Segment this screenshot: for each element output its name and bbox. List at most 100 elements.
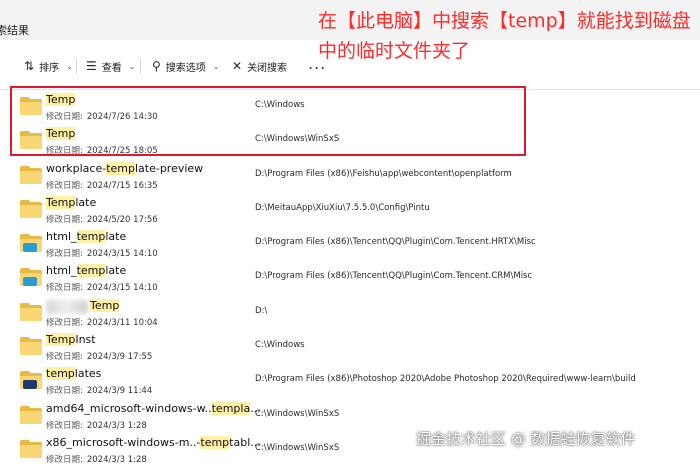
modified-date: 修改日期: 2024/3/15 14:10 [46,281,158,293]
name-part: late-preview [134,162,204,175]
folder-path: C:\Windows\WinSxS [255,409,340,419]
folder-path: D:\Program Files (x86)\Feishu\app\webcon… [255,169,512,179]
modified-date: 修改日期: 2024/3/9 17:55 [46,350,152,362]
chevron-down-icon: ⌄ [128,61,136,71]
name-match-highlight: temp [46,367,75,380]
close-search-label: 关闭搜索 [247,62,288,74]
date-value: 2024/3/9 11:44 [86,386,153,396]
file-name: templates [46,367,101,380]
date-label: 修改日期: [46,249,83,259]
chevron-down-icon: ⌄ [66,61,73,71]
date-label: 修改日期: [46,215,83,225]
name-part: html_ [46,230,77,243]
result-row[interactable]: workplace-template-preview 修改日期: 2024/7/15… [0,158,700,192]
folder-path: D:\MeitauApp\XiuXiu\7.5.5.0\Config\Pintu [255,203,430,213]
date-value: 2024/3/3 1:28 [86,455,147,465]
date-label: 修改日期: [46,386,83,396]
toolbar-divider [140,58,141,74]
name-match-highlight: Temp [90,299,120,312]
folder-icon [20,303,42,321]
result-row[interactable]: html_template 修改日期: 2024/3/15 14:10 D:\Prog… [0,260,700,294]
sort-label: 排序 [39,62,60,74]
date-value: 2024/7/15 16:35 [86,181,158,191]
folder-icon [20,371,42,389]
close-icon: ✕ [232,59,243,73]
name-part: x86_microsoft-windows-m..- [46,436,201,449]
file-name: html_template [46,264,126,277]
blurred-text [46,300,88,314]
annotation-text: 在【此电脑】中搜索【temp】就能找到磁盘中的临时文件夹了 [318,10,691,62]
result-row[interactable]: Temp 修改日期: 2024/3/11 10:04 D:\ [0,295,700,329]
folder-path: D:\Program Files (x86)\Tencent\QQ\Plugin… [255,237,536,247]
name-match-highlight: templa [211,402,251,415]
name-match-highlight: temp [76,264,106,277]
name-match-highlight: Temp [46,333,76,346]
date-label: 修改日期: [46,421,83,431]
view-icon: ☰ [86,59,97,73]
folder-icon [20,268,42,286]
file-name: x86_microsoft-windows-m..-temptabl... [46,436,261,449]
date-value: 2024/3/15 14:10 [86,249,158,259]
modified-date: 修改日期: 2024/3/11 10:04 [46,316,158,328]
name-match-highlight: temp [106,162,135,175]
result-row[interactable]: TempInst 修改日期: 2024/3/9 17:55 C:\Windows [0,329,700,363]
watermark: 掘金技术社区 @ 数据蛙恢复软件 [416,430,636,448]
date-label: 修改日期: [46,283,83,293]
search-options-button[interactable]: ⚲ 搜索选项 ⌄ [152,57,220,75]
result-row[interactable]: amd64_microsoft-windows-w..templa... 修改日期… [0,398,700,432]
file-name: html_template [46,230,126,243]
name-part: html_ [46,264,77,277]
view-label: 查看 [101,62,122,74]
date-value: 2024/3/15 14:10 [86,283,158,293]
folder-path: C:\Windows [255,340,305,350]
result-row[interactable]: templates 修改日期: 2024/3/9 11:44 D:\Program F… [0,363,700,397]
search-options-icon: ⚲ [152,59,161,73]
view-button[interactable]: ☰ 查看 ⌄ [86,57,135,75]
name-part: workplace- [46,162,107,175]
modified-date: 修改日期: 2024/5/20 17:56 [46,213,158,225]
name-match-highlight: temp [200,436,230,449]
name-part: late [75,196,97,209]
date-label: 修改日期: [46,352,83,362]
sort-button[interactable]: ⇅ 排序 ⌄ [24,57,73,75]
result-row[interactable]: Template 修改日期: 2024/5/20 17:56 D:\MeitauApp… [0,192,700,226]
name-match-highlight: Temp [46,196,76,209]
name-part: amd64_microsoft-windows-w.. [46,402,212,415]
folder-path: D:\Program Files (x86)\Tencent\QQ\Plugin… [255,271,533,281]
modified-date: 修改日期: 2024/3/9 11:44 [46,384,152,396]
file-name: TempInst [46,333,96,346]
chevron-down-icon: ⌄ [212,61,220,71]
name-match-highlight: temp [76,230,106,243]
file-name: workplace-template-preview [46,162,203,175]
modified-date: 修改日期: 2024/3/15 14:10 [46,247,158,259]
result-row[interactable]: html_template 修改日期: 2024/3/15 14:10 D:\Prog… [0,226,700,260]
modified-date: 修改日期: 2024/3/3 1:28 [46,419,147,431]
folder-path: C:\Windows\WinSxS [255,443,340,453]
date-label: 修改日期: [46,181,83,191]
date-label: 修改日期: [46,318,83,328]
folder-path: D:\Program Files (x86)\Photoshop 2020\Ad… [255,374,636,384]
close-search-button[interactable]: ✕ 关闭搜索 [232,57,287,75]
file-name: Temp [90,299,120,312]
modified-date: 修改日期: 2024/7/15 16:35 [46,179,158,191]
folder-icon [20,166,42,184]
folder-icon [20,337,42,355]
folder-icon [20,200,42,218]
highlight-box [10,86,526,156]
name-part: Inst [75,333,96,346]
file-name: amd64_microsoft-windows-w..templa... [46,402,261,415]
name-part: late [105,264,127,277]
folder-path: D:\ [255,306,268,316]
modified-date: 修改日期: 2024/3/3 1:28 [46,453,147,465]
name-part: lates [74,367,102,380]
date-value: 2024/3/3 1:28 [86,421,147,431]
date-value: 2024/3/9 17:55 [86,352,153,362]
sort-icon: ⇅ [24,59,35,73]
file-name: Template [46,196,96,209]
folder-icon [20,406,42,424]
folder-icon [20,440,42,458]
folder-icon [20,234,42,252]
name-part: late [105,230,127,243]
date-value: 2024/3/11 10:04 [86,318,158,328]
date-label: 修改日期: [46,455,83,465]
